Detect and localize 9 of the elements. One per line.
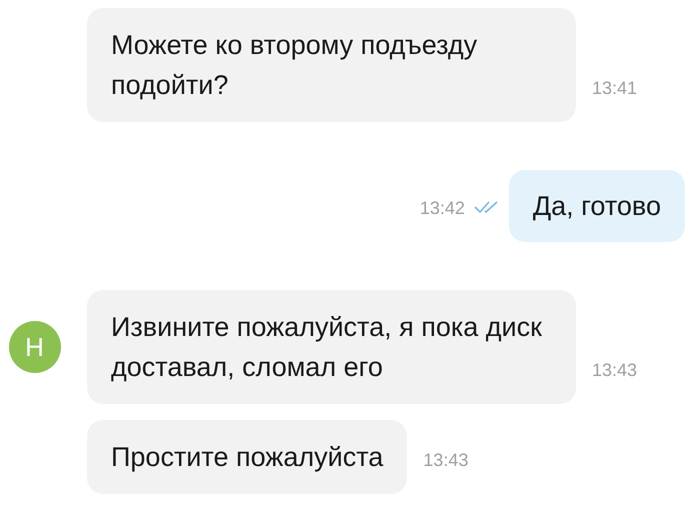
message-time: 13:41	[592, 78, 638, 98]
message-bubble: Простите пожалуйста	[87, 420, 408, 494]
message-time: 13:43	[592, 360, 638, 380]
avatar: Н	[8, 321, 60, 373]
message-time: 13:42	[420, 196, 465, 220]
message-bubble: Да, готово	[508, 170, 685, 242]
message-bubble: Можете ко второму подъезду подойти?	[87, 8, 576, 122]
message-bubble: Извините пожалуйста, я пока диск доставал, сломал его	[87, 290, 576, 404]
message-time: 13:43	[423, 450, 468, 470]
